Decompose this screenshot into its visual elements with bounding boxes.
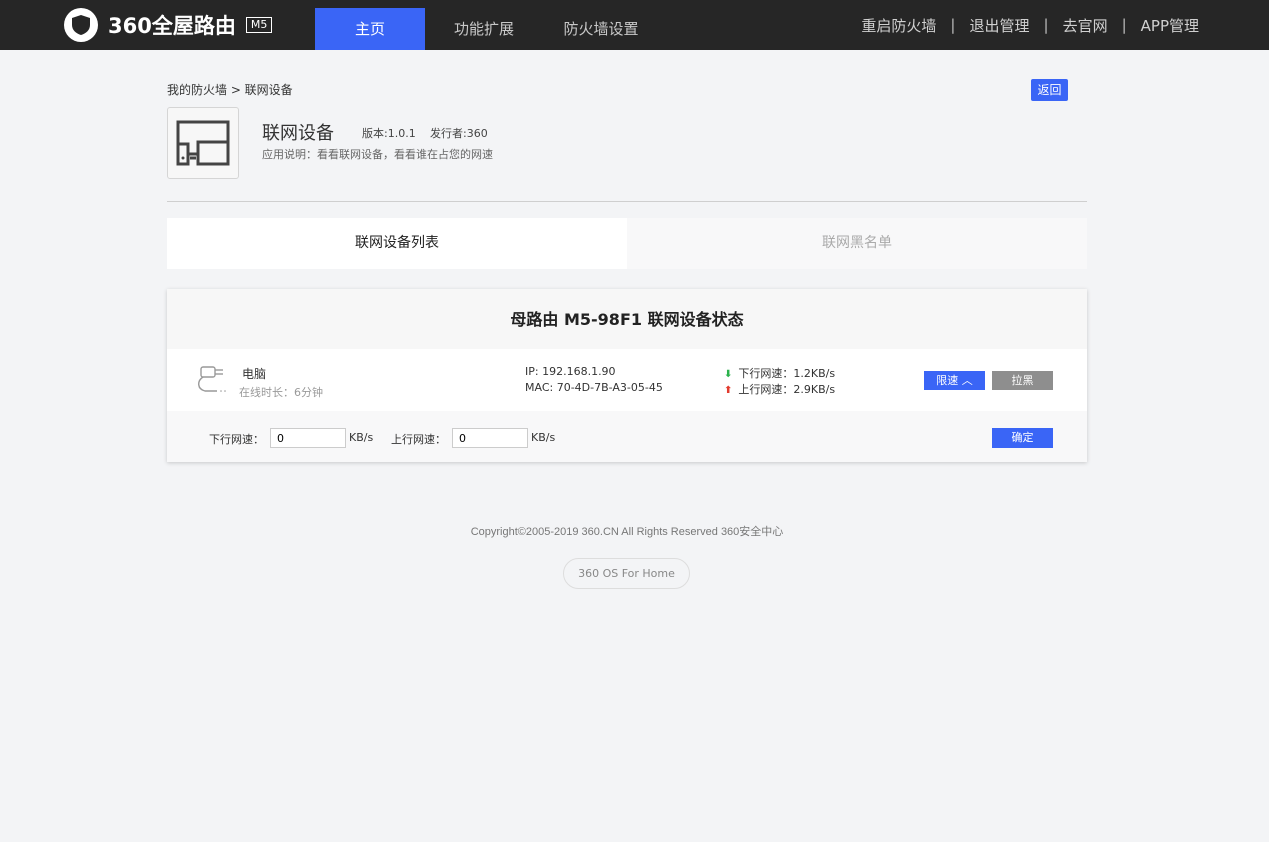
separator: | <box>1121 16 1127 34</box>
card-title: 母路由 M5-98F1 联网设备状态 <box>167 289 1087 349</box>
device-row: 电脑 在线时长：6分钟 IP: 192.168.1.90 MAC: 70-4D-… <box>167 349 1087 411</box>
separator: | <box>1043 16 1049 34</box>
nav-extensions[interactable]: 功能扩展 <box>425 8 543 50</box>
upload-limit-input[interactable] <box>452 428 528 448</box>
download-speed-text: 下行网速：1.2KB/s <box>738 367 836 380</box>
breadcrumb: 我的防火墙 > 联网设备 <box>167 83 293 97</box>
os-badge[interactable]: 360 OS For Home <box>563 558 690 589</box>
arrow-up-icon: ⬆ <box>724 385 733 396</box>
speed-limit-form: 下行网速： KB/s 上行网速： KB/s 确定 <box>167 411 1087 462</box>
block-button[interactable]: 拉黑 <box>992 371 1053 390</box>
arrow-down-icon: ⬇ <box>724 369 733 380</box>
app-title: 联网设备 <box>262 123 334 144</box>
network-device-icon <box>167 107 239 179</box>
logout-link[interactable]: 退出管理 <box>969 15 1029 36</box>
upload-speed: ⬆ 上行网速：2.9KB/s <box>724 381 835 397</box>
upload-limit-unit: KB/s <box>531 431 556 444</box>
wired-plug-icon <box>197 363 229 397</box>
app-version: 版本:1.0.1 <box>362 127 416 140</box>
top-bar: 360全屋路由 M5 主页 功能扩展 防火墙设置 重启防火墙 | 退出管理 | … <box>0 0 1269 50</box>
logo-text: 360全屋路由 <box>108 14 236 38</box>
app-publisher: 发行者:360 <box>430 127 488 140</box>
device-name: 电脑 <box>242 367 267 381</box>
official-site-link[interactable]: 去官网 <box>1063 15 1108 36</box>
upload-limit-label: 上行网速： <box>391 433 446 446</box>
back-button[interactable]: 返回 <box>1031 79 1068 101</box>
device-ip: IP: 192.168.1.90 <box>525 365 616 378</box>
confirm-button[interactable]: 确定 <box>992 428 1053 448</box>
restart-firewall-link[interactable]: 重启防火墙 <box>861 15 936 36</box>
model-badge: M5 <box>245 17 273 33</box>
upload-speed-text: 上行网速：2.9KB/s <box>738 383 836 396</box>
main-nav: 主页 功能扩展 防火墙设置 <box>315 8 659 50</box>
limit-speed-button[interactable]: 限速 ︿ <box>924 371 985 390</box>
online-duration: 在线时长：6分钟 <box>239 386 323 399</box>
divider <box>167 201 1087 202</box>
logo[interactable]: 360全屋路由 M5 <box>64 8 273 42</box>
separator: | <box>950 16 956 34</box>
tab-blacklist[interactable]: 联网黑名单 <box>627 218 1087 269</box>
tab-bar: 联网设备列表 联网黑名单 <box>167 218 1087 269</box>
nav-home[interactable]: 主页 <box>315 8 425 50</box>
device-status-card: 母路由 M5-98F1 联网设备状态 电脑 在线时长：6分钟 IP: 192.1… <box>167 289 1087 462</box>
app-manage-link[interactable]: APP管理 <box>1141 15 1199 36</box>
download-limit-label: 下行网速： <box>209 433 264 446</box>
download-limit-unit: KB/s <box>349 431 374 444</box>
shield-logo-icon <box>64 8 98 42</box>
device-mac: MAC: 70-4D-7B-A3-05-45 <box>525 381 663 394</box>
nav-firewall-settings[interactable]: 防火墙设置 <box>543 8 659 50</box>
top-right-links: 重启防火墙 | 退出管理 | 去官网 | APP管理 <box>861 0 1199 50</box>
app-description: 应用说明：看看联网设备，看看谁在占您的网速 <box>262 148 493 161</box>
copyright: Copyright©2005-2019 360.CN All Rights Re… <box>470 526 784 538</box>
download-limit-input[interactable] <box>270 428 346 448</box>
tab-device-list[interactable]: 联网设备列表 <box>167 218 627 269</box>
download-speed: ⬇ 下行网速：1.2KB/s <box>724 365 835 381</box>
